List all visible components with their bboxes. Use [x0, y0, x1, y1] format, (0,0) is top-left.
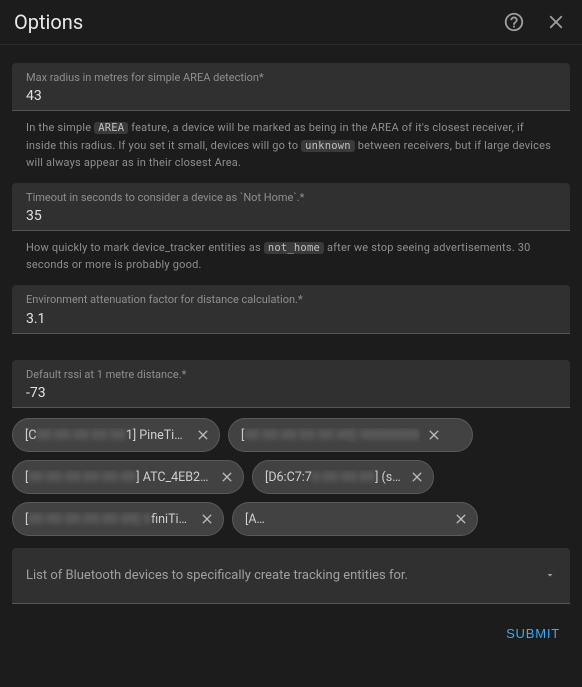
chip-label: [A0:00:00:00:00:00] 000000000000 — [245, 512, 447, 527]
chip-label: [00:00:00:00:00:00] 0finiTime — [25, 512, 193, 527]
device-chip[interactable]: [00:00:00:00:00:00] 0finiTime — [12, 502, 224, 536]
max-radius-field[interactable]: Max radius in metres for simple AREA det… — [12, 63, 570, 111]
help-text: How quickly to mark device_tracker entit… — [26, 241, 264, 254]
device-chip[interactable]: [00:00:00:00:00:00] 00000000 — [228, 418, 473, 452]
chip-label: [00:00:00:00:00:00] ATC_4EB2B8 — [25, 470, 213, 485]
code-unknown: unknown — [301, 140, 355, 152]
device-chip[interactable]: [C00:00:00:00:001] PineTime — [12, 418, 220, 452]
rssi-field[interactable]: Default rssi at 1 metre distance.* — [12, 360, 570, 408]
attenuation-input[interactable] — [26, 311, 556, 327]
chip-label: [00:00:00:00:00:00] 00000000 — [241, 428, 420, 443]
submit-button[interactable]: SUBMIT — [506, 626, 560, 641]
area-help-text: In the simple AREA feature, a device wil… — [12, 111, 570, 175]
device-dropdown[interactable]: List of Bluetooth devices to specificall… — [12, 548, 570, 604]
form-body: Max radius in metres for simple AREA det… — [0, 45, 582, 408]
dialog-title: Options — [14, 10, 484, 34]
rssi-label: Default rssi at 1 metre distance.* — [26, 368, 556, 382]
dialog-header: Options — [0, 0, 582, 45]
dropdown-label: List of Bluetooth devices to specificall… — [26, 568, 544, 583]
chevron-down-icon — [544, 566, 556, 585]
dialog-footer: SUBMIT — [0, 604, 582, 641]
help-text: In the simple — [26, 121, 94, 134]
help-icon[interactable] — [502, 10, 526, 34]
code-not-home: not_home — [264, 242, 324, 254]
timeout-help-text: How quickly to mark device_tracker entit… — [12, 231, 570, 277]
device-chips: [C00:00:00:00:001] PineTime [00:00:00:00:… — [0, 408, 582, 540]
max-radius-input[interactable] — [26, 88, 556, 104]
timeout-label: Timeout in seconds to consider a device … — [26, 191, 556, 205]
attenuation-label: Environment attenuation factor for dista… — [26, 293, 556, 307]
chip-label: [D6:C7:70:00:00:00] (saved) — [265, 470, 403, 485]
chip-label: [C00:00:00:00:001] PineTime — [25, 428, 189, 443]
chip-remove-icon[interactable] — [197, 509, 217, 529]
timeout-field[interactable]: Timeout in seconds to consider a device … — [12, 183, 570, 231]
spacer — [12, 334, 570, 352]
code-area: AREA — [94, 122, 128, 134]
device-chip[interactable]: [D6:C7:70:00:00:00] (saved) — [252, 460, 434, 494]
chip-remove-icon[interactable] — [451, 509, 471, 529]
chip-remove-icon[interactable] — [407, 467, 427, 487]
chip-remove-icon[interactable] — [424, 425, 444, 445]
chip-remove-icon[interactable] — [217, 467, 237, 487]
chip-remove-icon[interactable] — [193, 425, 213, 445]
rssi-input[interactable] — [26, 385, 556, 401]
max-radius-label: Max radius in metres for simple AREA det… — [26, 71, 556, 85]
device-chip[interactable]: [00:00:00:00:00:00] ATC_4EB2B8 — [12, 460, 244, 494]
timeout-input[interactable] — [26, 208, 556, 224]
close-icon[interactable] — [544, 10, 568, 34]
device-chip[interactable]: [A0:00:00:00:00:00] 000000000000 — [232, 502, 478, 536]
attenuation-field[interactable]: Environment attenuation factor for dista… — [12, 285, 570, 333]
